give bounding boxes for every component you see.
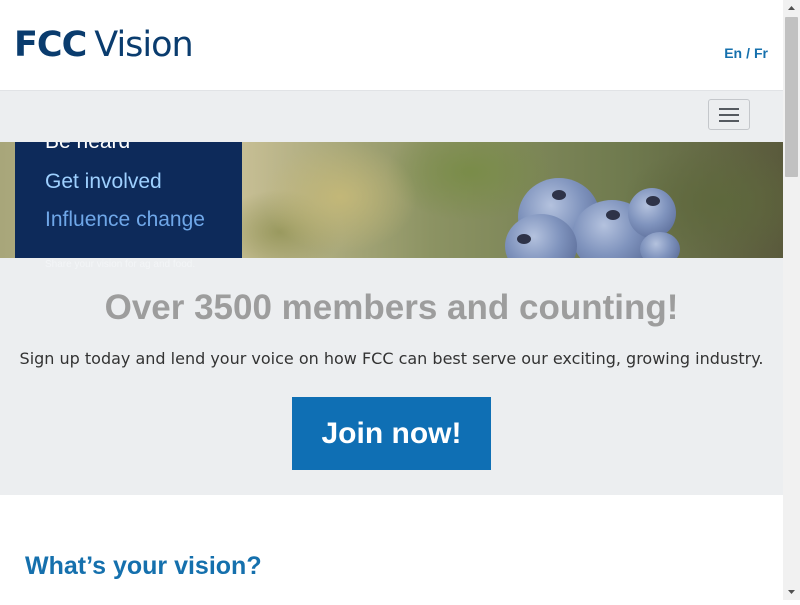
hero-subtitle: Share your vision for ag and food.	[45, 259, 196, 270]
join-now-button[interactable]: Join now!	[292, 397, 491, 470]
scroll-down-arrow-icon[interactable]	[783, 583, 800, 600]
hero-text-panel: Be heard Get involved Influence change	[15, 142, 242, 258]
vision-heading: What’s your vision?	[25, 552, 262, 580]
signup-description: Sign up today and lend your voice on how…	[19, 349, 764, 368]
navbar	[0, 91, 783, 143]
lang-fr-link[interactable]: Fr	[754, 45, 768, 61]
hero-line-be-heard: Be heard	[45, 142, 130, 154]
members-count-heading: Over 3500 members and counting!	[104, 288, 679, 327]
blueberry-image	[628, 188, 676, 238]
blueberry-image	[640, 232, 680, 258]
hero-line-influence-change: Influence change	[45, 208, 205, 231]
lang-en-link[interactable]: En	[724, 45, 742, 61]
members-section: Over 3500 members and counting! Sign up …	[0, 258, 783, 495]
lang-separator: /	[746, 45, 750, 61]
site-header: FCC Vision En / Fr	[0, 0, 783, 91]
menu-toggle-button[interactable]	[708, 99, 750, 130]
logo-fcc-text: FCC	[14, 25, 87, 65]
logo-vision-text: Vision	[94, 25, 193, 65]
page: FCCVision En/Fr Be heard Get involved In…	[0, 0, 783, 600]
fcc-vision-logo[interactable]: FCC Vision	[14, 24, 194, 66]
vision-section: What’s your vision?	[0, 495, 783, 600]
hero-line-get-involved: Get involved	[45, 170, 162, 193]
scroll-up-arrow-icon[interactable]	[783, 0, 800, 17]
scrollbar-thumb[interactable]	[785, 17, 798, 177]
page-scrollbar[interactable]	[783, 0, 800, 600]
language-switcher: En / Fr	[724, 45, 768, 61]
